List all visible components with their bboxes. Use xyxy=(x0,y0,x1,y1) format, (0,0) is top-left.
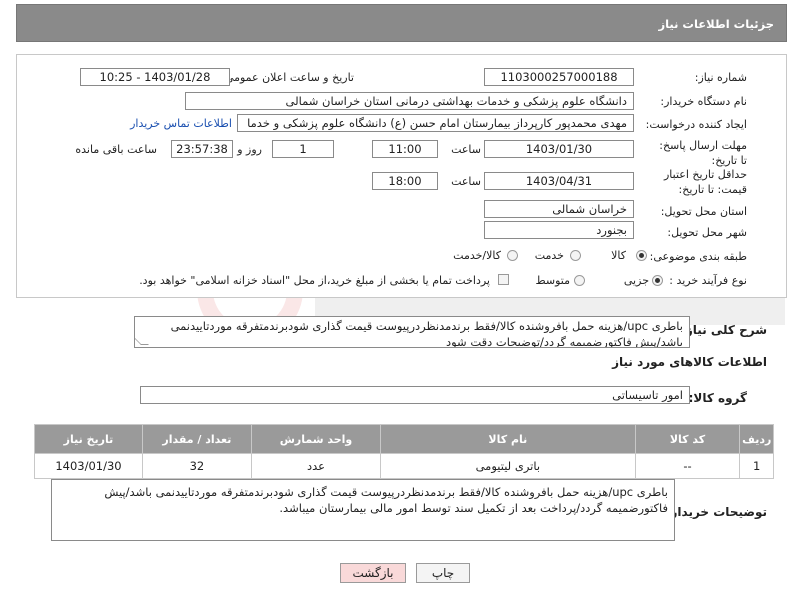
cell-unit: عدد xyxy=(250,453,382,479)
reply-time-label: ساعت xyxy=(451,143,481,156)
purchase-minor-radio[interactable] xyxy=(652,275,663,286)
description-textarea: باطری upc/هزینه حمل بافروشنده کالا/فقط ب… xyxy=(134,316,690,348)
treasury-payment-checkbox[interactable] xyxy=(498,274,509,285)
back-button[interactable]: بازگشت xyxy=(340,563,406,583)
category-service-radio[interactable] xyxy=(570,250,581,261)
category-label: طبقه بندی موضوعی: xyxy=(649,250,747,263)
need-number-label: شماره نیاز: xyxy=(694,71,747,84)
treasury-payment-note: پرداخت تمام یا بخشی از مبلغ خرید،از محل … xyxy=(139,274,490,287)
cell-name: باتری لیتیومی xyxy=(380,453,636,479)
col-quantity-header: تعداد / مقدار xyxy=(141,424,252,454)
purchase-medium-label: متوسط xyxy=(535,274,570,287)
col-date-header: تاریخ نیاز xyxy=(34,424,143,454)
cell-quantity: 32 xyxy=(141,453,252,479)
cell-date: 1403/01/30 xyxy=(34,453,143,479)
page-header: جزئیات اطلاعات نیاز xyxy=(16,4,787,42)
remaining-label: ساعت باقی مانده xyxy=(75,143,157,156)
category-goods-radio[interactable] xyxy=(636,250,647,261)
items-table: ردیف کد کالا نام کالا واحد شمارش تعداد /… xyxy=(34,424,774,479)
col-unit-header: واحد شمارش xyxy=(250,424,382,454)
price-validity-time: 18:00 xyxy=(372,172,438,190)
reply-deadline-time: 11:00 xyxy=(372,140,438,158)
goods-group-field: امور تاسیساتی xyxy=(140,386,690,404)
buyer-notes-label: توضیحات خریدار: xyxy=(665,505,767,519)
purchase-type-label: نوع فرآیند خرید : xyxy=(669,274,747,287)
col-row-header: ردیف xyxy=(739,424,774,454)
description-label: شرح کلی نیاز: xyxy=(681,323,767,337)
table-row: 1 -- باتری لیتیومی عدد 32 1403/01/30 xyxy=(34,453,774,479)
description-text: باطری upc/هزینه حمل بافروشنده کالا/فقط ب… xyxy=(170,319,683,348)
buyer-contact-link[interactable]: اطلاعات تماس خریدار xyxy=(130,117,232,130)
buyer-org-field: دانشگاه علوم پزشکی و خدمات بهداشتی درمان… xyxy=(185,92,634,110)
price-validity-label: حداقل تاریخ اعتبار قیمت: تا تاریخ: xyxy=(663,168,747,196)
remaining-time-field: 23:57:38 xyxy=(171,140,233,158)
need-number-field: 1103000257000188 xyxy=(484,68,634,86)
announce-datetime-label: تاریخ و ساعت اعلان عمومی: xyxy=(221,71,354,84)
reply-deadline-label: مهلت ارسال پاسخ: تا تاریخ: xyxy=(659,139,747,167)
cell-row: 1 xyxy=(739,453,774,479)
print-button[interactable]: چاپ xyxy=(416,563,470,583)
col-code-header: کد کالا xyxy=(634,424,741,454)
price-validity-time-label: ساعت xyxy=(451,175,481,188)
requester-field: مهدی محمدپور کارپرداز بیمارستان امام حسن… xyxy=(237,114,634,132)
goods-group-label: گروه کالا: xyxy=(688,391,747,405)
category-service-label: خدمت xyxy=(534,249,564,262)
announce-datetime-field: 1403/01/28 - 10:25 xyxy=(80,68,230,86)
resize-grip-icon[interactable] xyxy=(135,337,149,345)
days-label: روز و xyxy=(237,143,262,156)
table-header-row: ردیف کد کالا نام کالا واحد شمارش تعداد /… xyxy=(34,424,774,454)
purchase-medium-radio[interactable] xyxy=(574,275,585,286)
buyer-notes-textarea: باطری upc/هزینه حمل بافروشنده کالا/فقط ب… xyxy=(51,479,675,541)
delivery-province-field: خراسان شمالی xyxy=(484,200,634,218)
buyer-notes-text: باطری upc/هزینه حمل بافروشنده کالا/فقط ب… xyxy=(104,485,668,515)
category-goods-label: کالا xyxy=(611,249,626,262)
remaining-days-field: 1 xyxy=(272,140,334,158)
cell-code: -- xyxy=(634,453,741,479)
category-both-radio[interactable] xyxy=(507,250,518,261)
delivery-province-label: استان محل تحویل: xyxy=(660,205,747,218)
buyer-org-label: نام دستگاه خریدار: xyxy=(660,95,747,108)
category-both-label: کالا/خدمت xyxy=(453,249,501,262)
col-name-header: نام کالا xyxy=(380,424,636,454)
delivery-city-field: بجنورد xyxy=(484,221,634,239)
price-validity-date: 1403/04/31 xyxy=(484,172,634,190)
page-title: جزئیات اطلاعات نیاز xyxy=(658,17,774,31)
requester-label: ایجاد کننده درخواست: xyxy=(645,118,747,131)
goods-section-title: اطلاعات کالاهای مورد نیاز xyxy=(612,355,767,369)
purchase-minor-label: جزیی xyxy=(623,274,649,287)
delivery-city-label: شهر محل تحویل: xyxy=(667,226,747,239)
reply-deadline-date: 1403/01/30 xyxy=(484,140,634,158)
